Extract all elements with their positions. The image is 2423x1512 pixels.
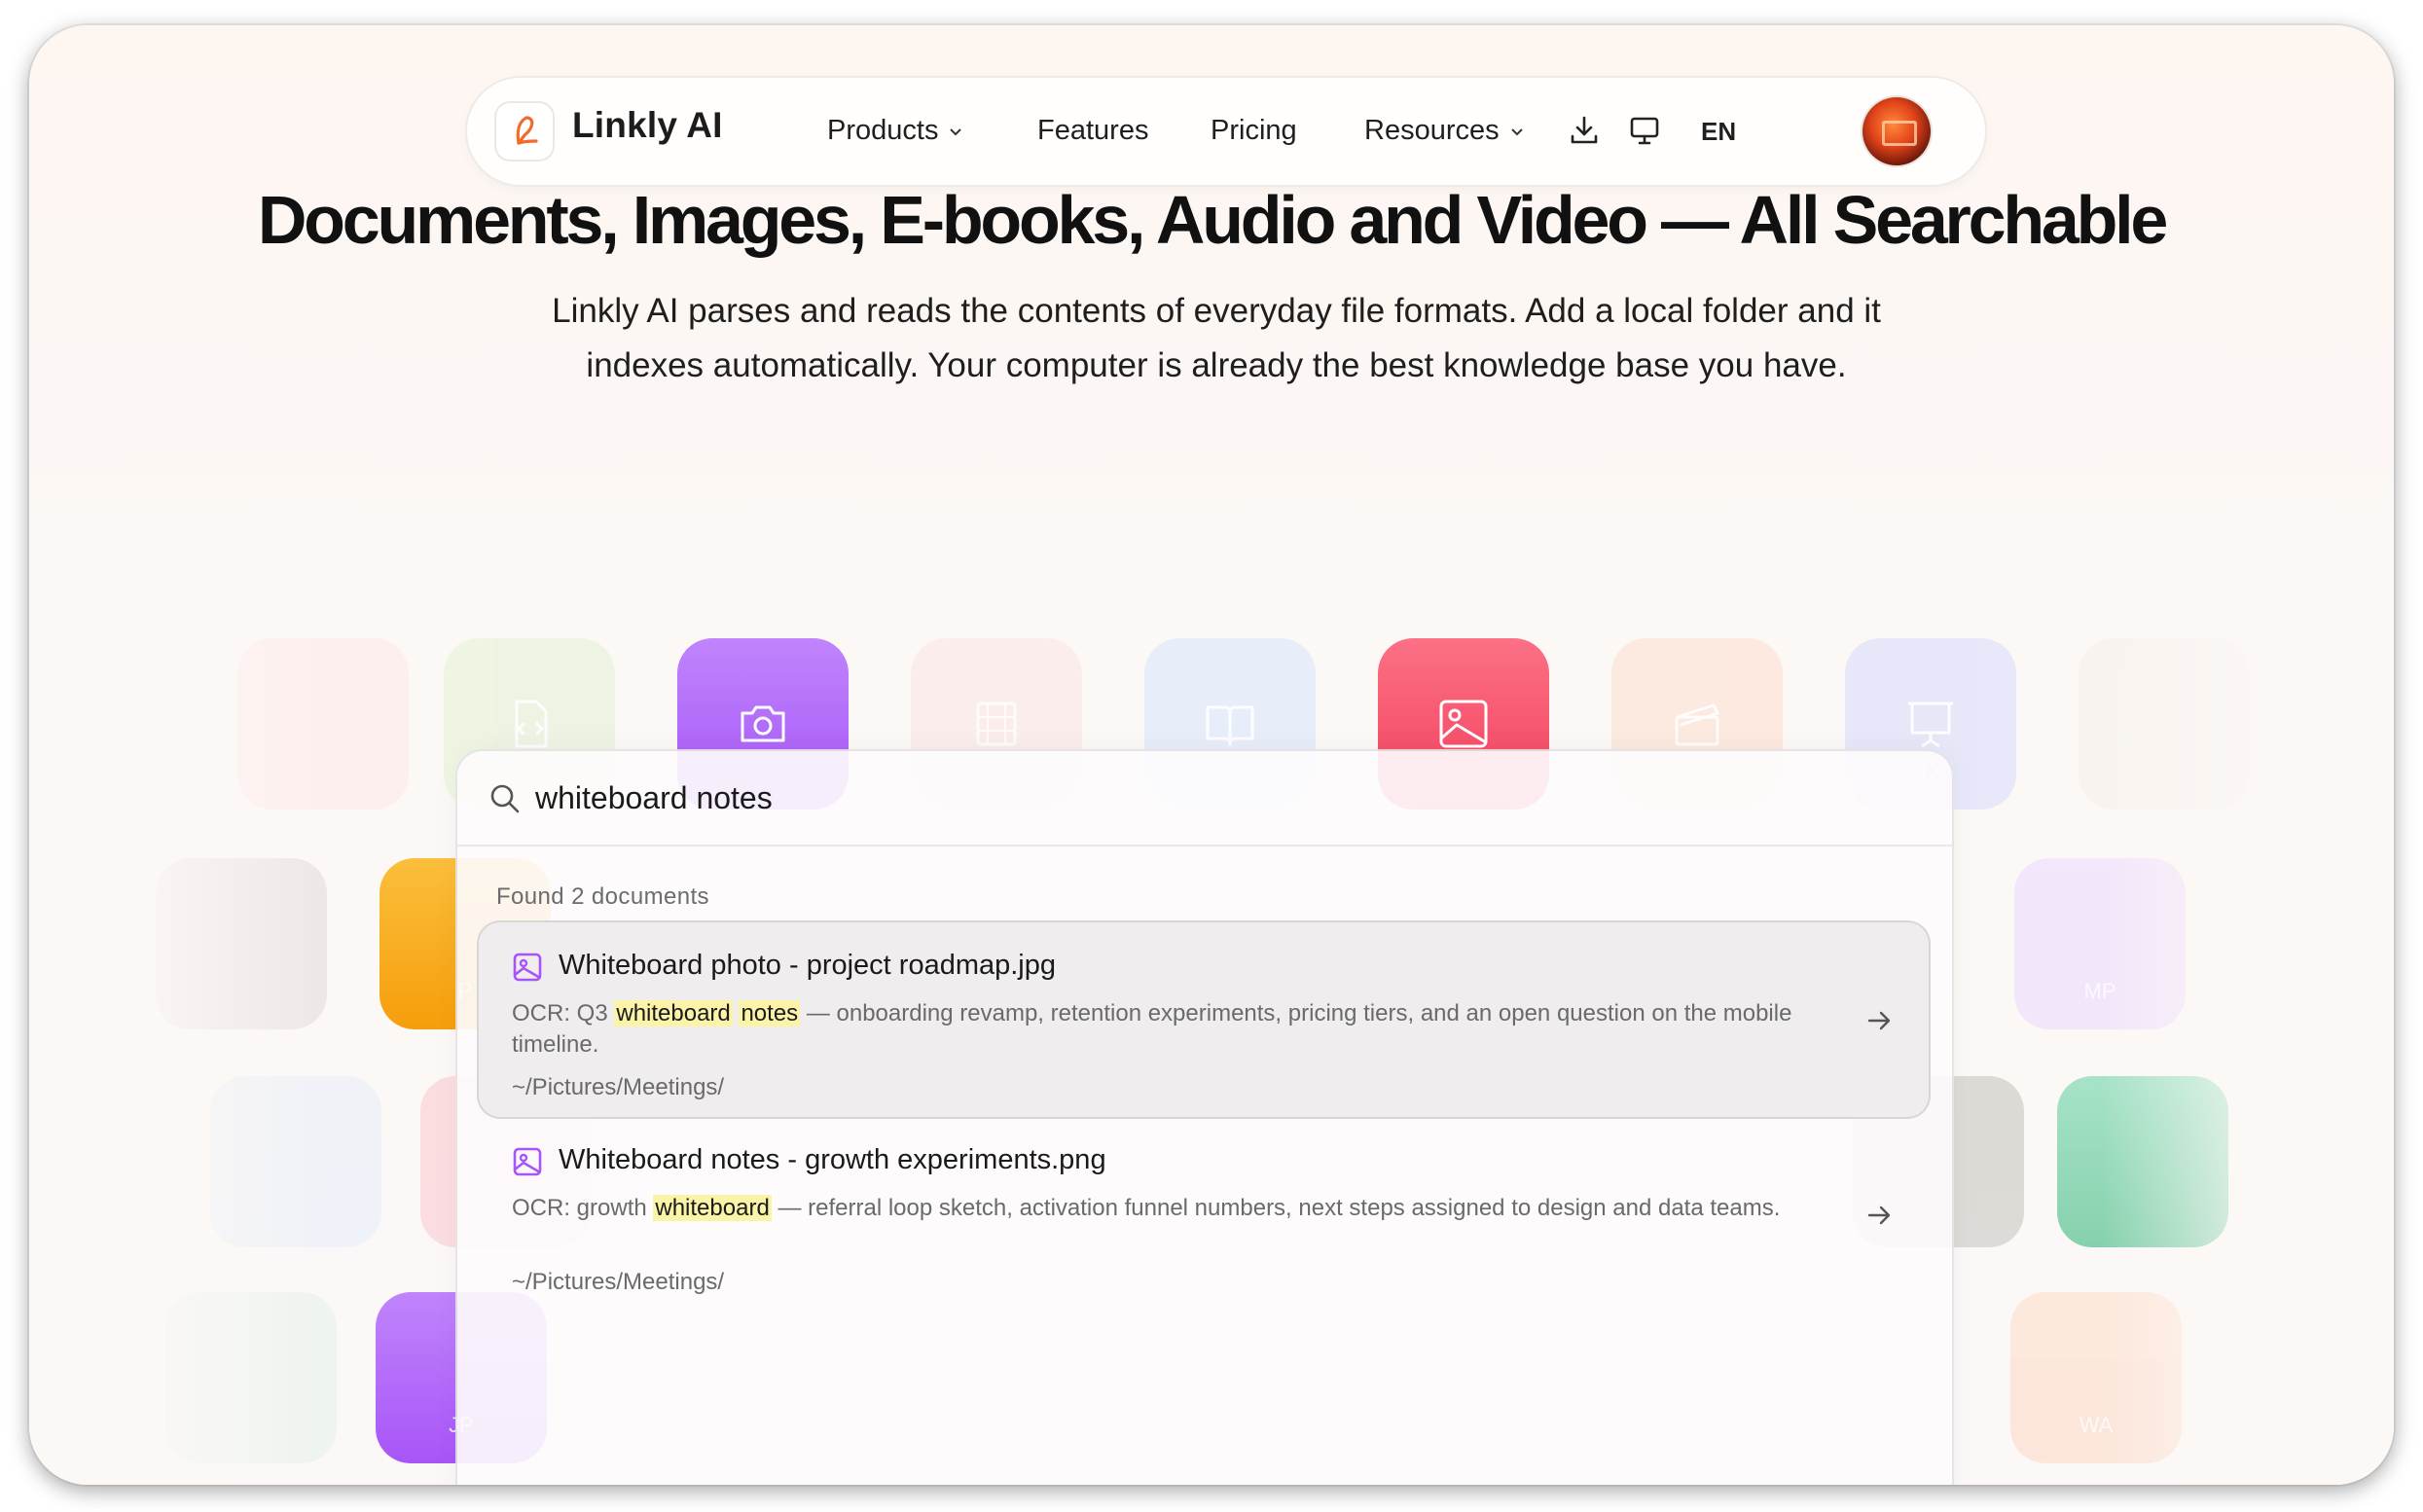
image-file-icon: [513, 1147, 542, 1176]
chevron-down-icon: [1510, 127, 1523, 135]
hero-subtitle: Linkly AI parses and reads the contents …: [552, 292, 1881, 384]
camera-icon: [741, 705, 785, 742]
result-item-2[interactable]: Whiteboard notes - growth experiments.pn…: [479, 1117, 1929, 1312]
image-icon: [1439, 700, 1488, 748]
presentation-icon: [1908, 702, 1953, 748]
result-item-1[interactable]: Whiteboard photo - project roadmap.jpg O…: [479, 922, 1929, 1117]
result-path: ~/Pictures/Meetings/: [512, 1074, 725, 1100]
code-file-icon: [515, 700, 548, 748]
chevron-down-icon: [950, 127, 962, 135]
avatar[interactable]: [1862, 97, 1931, 165]
result-snippet: OCR: growth whiteboard — referral loop s…: [512, 1193, 1806, 1224]
nav-products[interactable]: Products: [827, 115, 963, 147]
page-title: Documents, Images, E-books, Audio and Vi…: [257, 182, 2169, 258]
left-fade: [29, 609, 321, 1485]
result-title: Whiteboard notes - growth experiments.pn…: [559, 1144, 1106, 1175]
result-title: Whiteboard photo - project roadmap.jpg: [559, 950, 1057, 981]
logo-glyph-icon: [516, 116, 538, 145]
right-fade: [2102, 609, 2394, 1485]
snippet-highlight: whiteboard: [614, 1000, 733, 1026]
search-panel: Found 2 documents Whiteboard photo - pro…: [457, 751, 1952, 1485]
nav-products-label: Products: [827, 115, 939, 146]
result-snippet: OCR: Q3 whiteboard notes — onboarding re…: [512, 998, 1806, 1061]
book-icon: [1206, 705, 1254, 746]
nav-resources-label: Resources: [1364, 115, 1500, 146]
result-count: Found 2 documents: [496, 883, 709, 910]
image-file-icon: [513, 953, 542, 982]
search-input[interactable]: [535, 773, 1800, 823]
result-path: ~/Pictures/Meetings/: [512, 1269, 725, 1295]
top-nav: Linkly AI Products Features Pricing Reso…: [467, 78, 1985, 185]
snippet-highlight: notes: [739, 1000, 801, 1026]
download-icon[interactable]: [1567, 113, 1602, 148]
nav-resources[interactable]: Resources: [1364, 115, 1525, 147]
search-icon: [490, 784, 520, 813]
clapper-icon: [1675, 703, 1720, 746]
snippet-text: OCR: Q3: [512, 1000, 615, 1026]
snippet-text: OCR: growth: [512, 1195, 654, 1221]
brand-name[interactable]: Linkly AI: [572, 105, 723, 146]
nav-pricing[interactable]: Pricing: [1211, 115, 1297, 147]
desktop-icon[interactable]: [1627, 113, 1662, 148]
language-switcher[interactable]: EN: [1701, 117, 1736, 147]
snippet-highlight: whiteboard: [653, 1195, 772, 1221]
nav-pricing-label: Pricing: [1211, 115, 1297, 146]
arrow-right-icon[interactable]: [1864, 1006, 1894, 1035]
browser-window: Linkly AI Products Features Pricing Reso…: [29, 25, 2394, 1485]
film-icon: [976, 702, 1017, 746]
nav-features[interactable]: Features: [1037, 115, 1148, 147]
nav-features-label: Features: [1037, 115, 1149, 146]
snippet-text: — referral loop sketch, activation funne…: [771, 1195, 1781, 1221]
linkly-logo-icon[interactable]: [496, 103, 553, 160]
search-bar: [457, 751, 1952, 846]
arrow-right-icon[interactable]: [1864, 1201, 1894, 1230]
